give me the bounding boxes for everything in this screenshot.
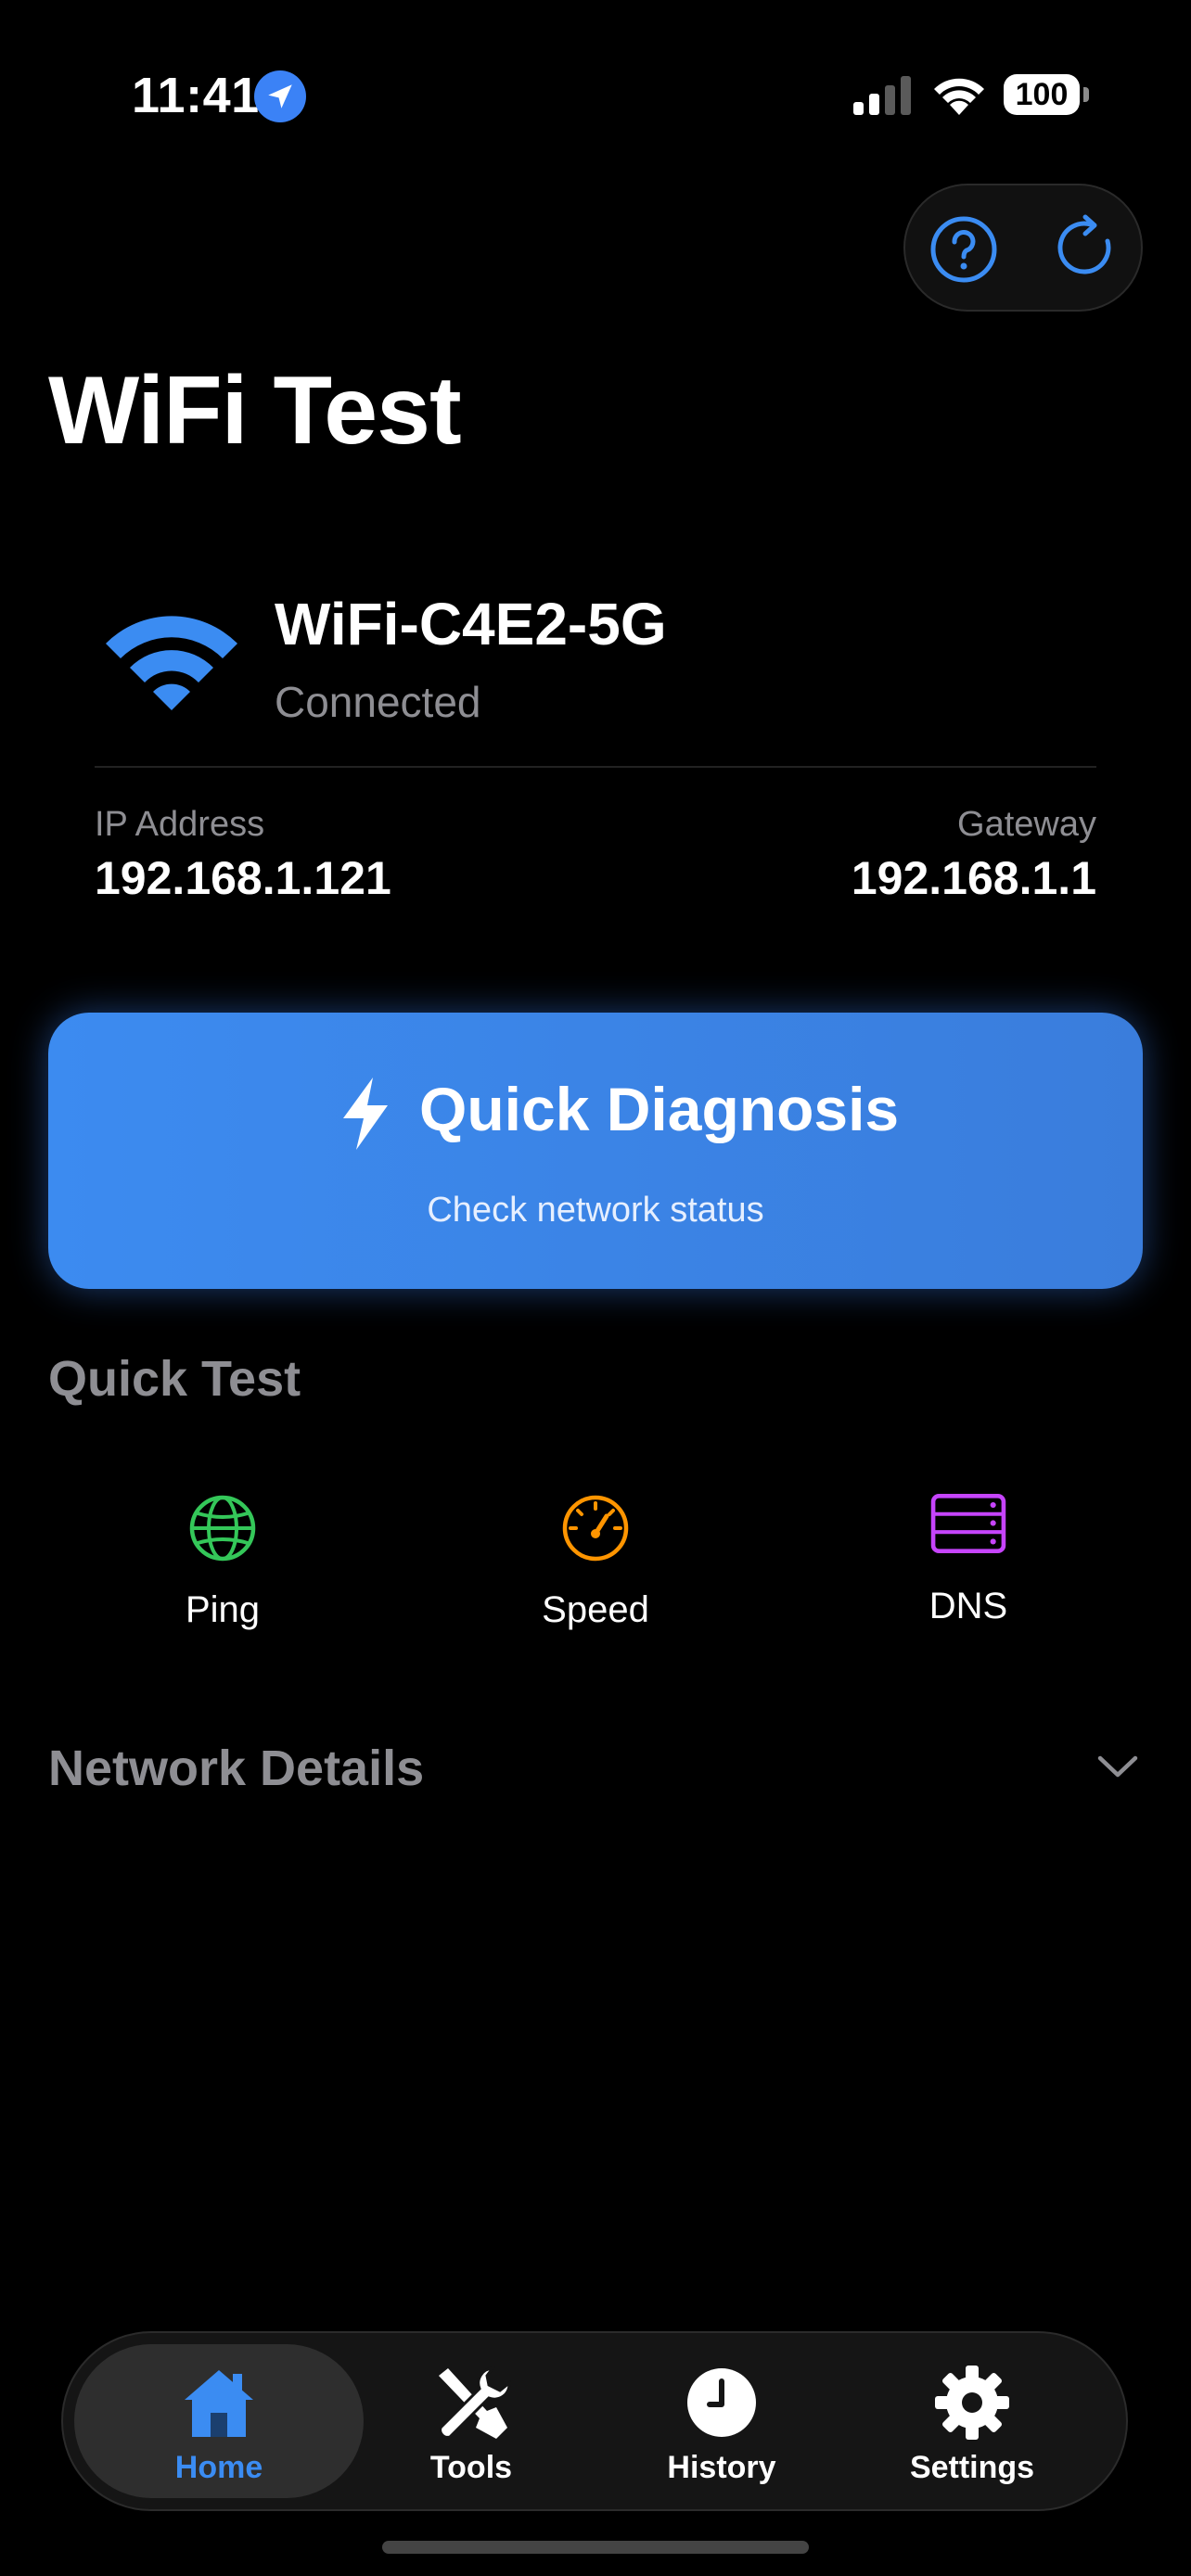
quick-diagnosis-subtitle: Check network status	[427, 1191, 764, 1230]
battery-indicator: 100	[1004, 74, 1080, 115]
speedometer-icon	[562, 1495, 629, 1562]
ping-test-button[interactable]: Ping	[102, 1493, 343, 1632]
wifi-icon	[106, 616, 237, 710]
quick-diagnosis-title: Quick Diagnosis	[419, 1075, 900, 1143]
divider	[95, 766, 1096, 768]
chevron-down-icon[interactable]	[1096, 1753, 1139, 1780]
home-indicator	[382, 2541, 809, 2554]
tab-settings[interactable]: Settings	[861, 2344, 1083, 2498]
tab-home[interactable]: Home	[108, 2344, 330, 2498]
tools-icon	[439, 2366, 511, 2439]
battery-tip	[1083, 87, 1089, 102]
ping-label: Ping	[185, 1589, 261, 1630]
tab-home-label: Home	[174, 2450, 263, 2485]
refresh-icon[interactable]	[1054, 213, 1124, 284]
globe-icon	[189, 1495, 256, 1562]
cellular-signal-icon	[853, 76, 911, 115]
network-name: WiFi-C4E2-5G	[275, 591, 667, 657]
question-circle-icon[interactable]	[929, 215, 998, 284]
tab-tools[interactable]: Tools	[360, 2344, 583, 2498]
tab-bar: Home Tools History Settings	[61, 2331, 1128, 2511]
tab-settings-label: Settings	[909, 2450, 1035, 2485]
quick-diagnosis-button[interactable]: Quick Diagnosis Check network status	[48, 1013, 1143, 1289]
screen: 11:41 100 WiFi Test WiFi-C4E2-5G Connect…	[0, 0, 1191, 2576]
speed-label: Speed	[542, 1589, 649, 1630]
house-icon	[185, 2370, 253, 2437]
dns-label: DNS	[928, 1586, 1008, 1626]
gateway-value: 192.168.1.1	[851, 852, 1096, 904]
server-icon	[930, 1493, 1006, 1554]
tab-tools-label: Tools	[429, 2450, 513, 2485]
top-actions-pill	[903, 184, 1143, 312]
ip-address-value: 192.168.1.121	[95, 852, 391, 904]
clock-icon	[687, 2368, 756, 2437]
status-time: 11:41	[132, 68, 260, 123]
dns-test-button[interactable]: DNS	[848, 1493, 1089, 1632]
wifi-icon	[934, 78, 984, 115]
tab-history[interactable]: History	[610, 2344, 833, 2498]
gear-icon	[935, 2366, 1009, 2440]
tab-history-label: History	[667, 2450, 776, 2485]
status-bar: 11:41 100	[0, 0, 1191, 185]
lightning-bolt-icon	[343, 1078, 388, 1150]
gateway-label: Gateway	[957, 805, 1096, 844]
speed-test-button[interactable]: Speed	[475, 1493, 716, 1632]
quick-test-title: Quick Test	[48, 1351, 301, 1407]
network-status: Connected	[275, 678, 481, 726]
location-arrow-icon	[254, 70, 306, 122]
network-details-title[interactable]: Network Details	[48, 1740, 424, 1797]
ip-address-label: IP Address	[95, 805, 265, 844]
page-title: WiFi Test	[48, 357, 462, 465]
